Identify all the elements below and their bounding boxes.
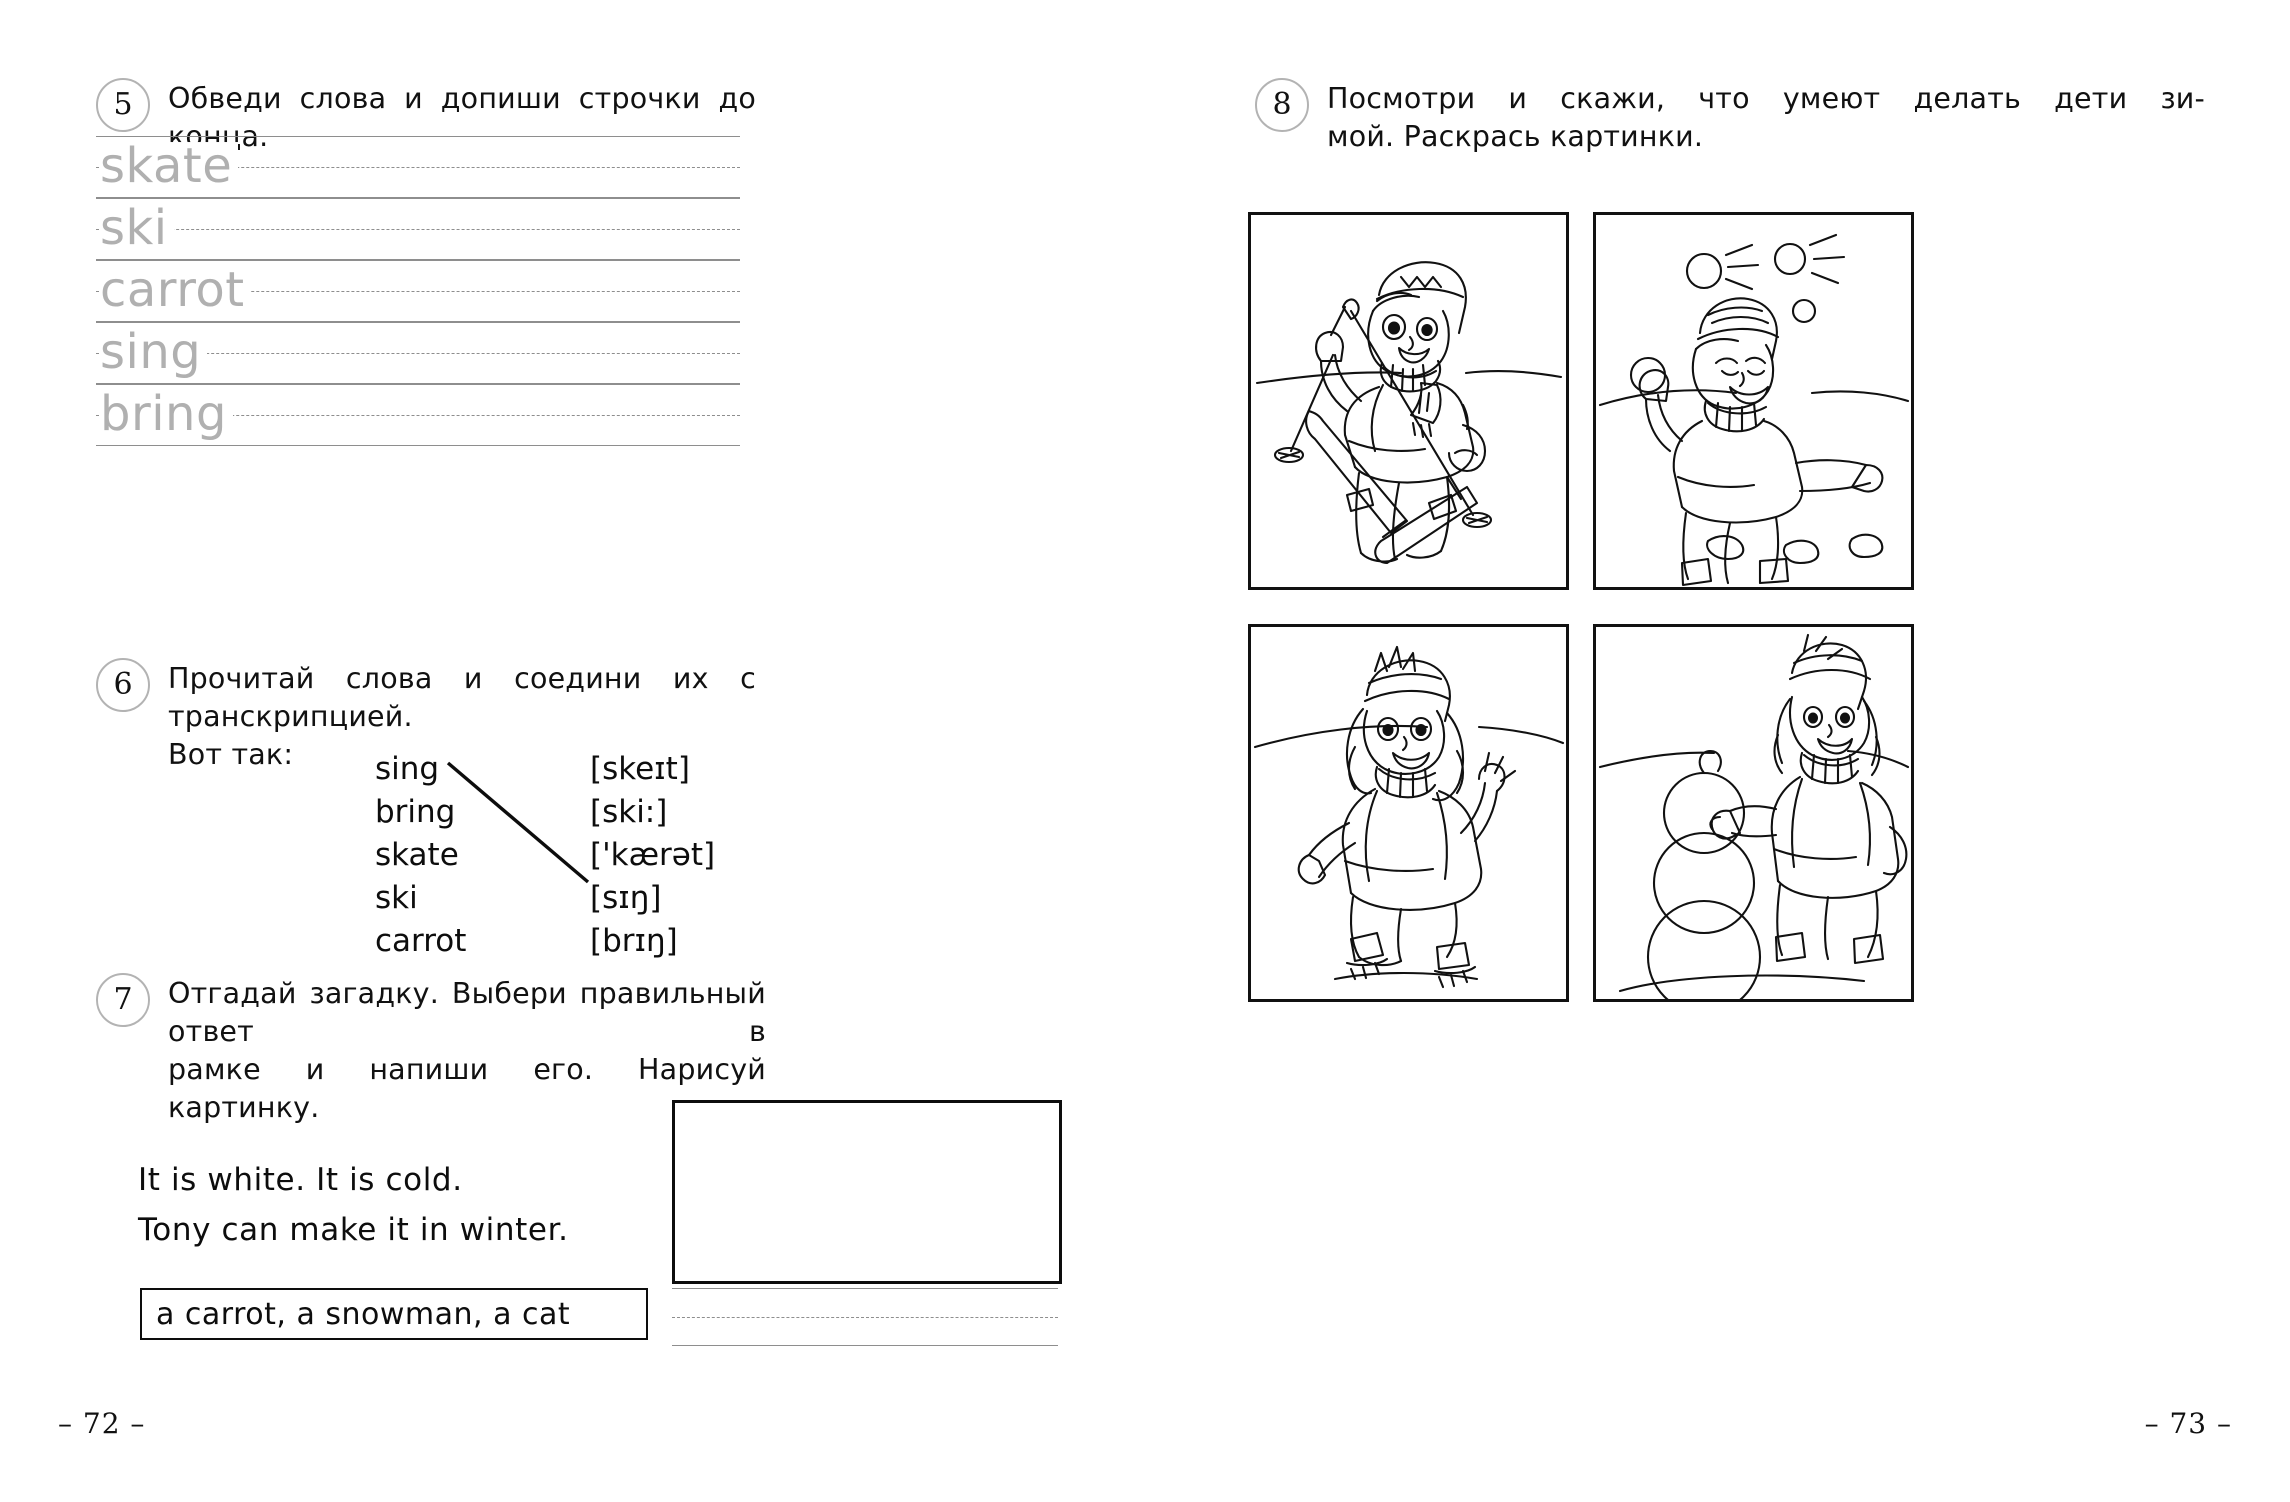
answer-writing-line[interactable]: [672, 1288, 1058, 1346]
picture-skiing-boy[interactable]: [1248, 212, 1569, 590]
trace-word-ski: ski: [100, 204, 174, 253]
picture-snowball-boy[interactable]: [1593, 212, 1914, 590]
right-page: 8 Посмотри и скажи, что умеют делать дет…: [1145, 0, 2290, 1502]
match-transcription-sing[interactable]: [sɪŋ]: [590, 877, 715, 920]
exercise-8-instruction: Посмотри и скажи, что умеют делать дети …: [1327, 80, 2205, 156]
answer-choices-box[interactable]: a carrot, a snowman, a cat: [140, 1288, 648, 1340]
match-word-ski[interactable]: ski: [375, 877, 466, 920]
rule-top-line: [96, 136, 740, 137]
workbook-spread: 5 Обведи слова и допиши строчки до конца…: [0, 0, 2290, 1502]
riddle-line-1: It is white. It is cold.: [138, 1162, 463, 1198]
trace-row-ski[interactable]: ski: [96, 198, 740, 260]
drawing-box[interactable]: [672, 1100, 1062, 1284]
rule-top-line: [96, 260, 740, 261]
rule-dashed-line: [672, 1317, 1058, 1318]
trace-row-skate[interactable]: skate: [96, 136, 740, 198]
left-page: 5 Обведи слова и допиши строчки до конца…: [0, 0, 1145, 1502]
exercise-7-instruction-line-1: Отгадай загадку. Выбери правильный ответ…: [168, 977, 766, 1048]
match-transcription-bring[interactable]: [brɪŋ]: [590, 920, 715, 963]
skiing-boy-illustration: [1255, 261, 1563, 565]
rule-top-line: [96, 384, 740, 385]
skating-girl-illustration: [1253, 645, 1565, 989]
match-transcription-karat[interactable]: ['kærət]: [590, 834, 715, 877]
exercise-5-number: 5: [96, 78, 150, 132]
match-word-skate[interactable]: skate: [375, 834, 466, 877]
picture-snowman-girl[interactable]: [1593, 624, 1914, 1002]
page-number-right: – 73 –: [2144, 1407, 2232, 1440]
rule-top-line: [96, 198, 740, 199]
snowball-boy-illustration: [1598, 233, 1910, 587]
riddle-line-2: Tony can make it in winter.: [138, 1212, 569, 1248]
trace-word-sing: sing: [100, 328, 208, 377]
rule-base-line: [672, 1345, 1058, 1346]
trace-word-skate: skate: [100, 142, 239, 191]
exercise-7-number: 7: [96, 973, 150, 1027]
match-transcription-ski[interactable]: [ski:]: [590, 791, 715, 834]
snowman-girl-illustration: [1598, 633, 1910, 999]
rule-top-line: [96, 322, 740, 323]
match-word-sing[interactable]: sing: [375, 748, 466, 791]
exercise-8-header: 8 Посмотри и скажи, что умеют делать дет…: [1255, 78, 2205, 156]
match-word-bring[interactable]: bring: [375, 791, 466, 834]
exercise-6-instruction-line-1: Прочитай слова и соедини их с транскрипц…: [168, 662, 756, 733]
trace-row-carrot[interactable]: carrot: [96, 260, 740, 322]
rule-dashed-line: [96, 229, 740, 230]
picture-skating-girl[interactable]: [1248, 624, 1569, 1002]
trace-row-sing[interactable]: sing: [96, 322, 740, 384]
trace-word-bring: bring: [100, 390, 233, 439]
rule-top-line: [672, 1288, 1058, 1289]
rule-base-line: [96, 445, 740, 446]
riddle-text: It is white. It is cold. Tony can make i…: [138, 1155, 668, 1255]
trace-word-carrot: carrot: [100, 266, 251, 315]
exercise-8-instruction-line-2: мой. Раскрась картинки.: [1327, 119, 1704, 153]
exercise-6-number: 6: [96, 658, 150, 712]
matching-transcriptions-column: [skeɪt] [ski:] ['kærət] [sɪŋ] [brɪŋ]: [590, 748, 715, 963]
matching-exercise[interactable]: sing bring skate ski carrot [skeɪt] [ski…: [375, 748, 895, 959]
match-word-carrot[interactable]: carrot: [375, 920, 466, 963]
match-transcription-skeit[interactable]: [skeɪt]: [590, 748, 715, 791]
exercise-8-number: 8: [1255, 78, 1309, 132]
answer-choices-text: a carrot, a snowman, a cat: [156, 1296, 571, 1332]
trace-row-bring[interactable]: bring: [96, 384, 740, 446]
exercise-7-header: 7 Отгадай загадку. Выбери правильный отв…: [96, 973, 766, 1127]
matching-words-column: sing bring skate ski carrot: [375, 748, 466, 963]
exercise-8-instruction-line-1: Посмотри и скажи, что умеют делать дети …: [1327, 82, 2205, 115]
page-number-left: – 72 –: [58, 1407, 146, 1440]
